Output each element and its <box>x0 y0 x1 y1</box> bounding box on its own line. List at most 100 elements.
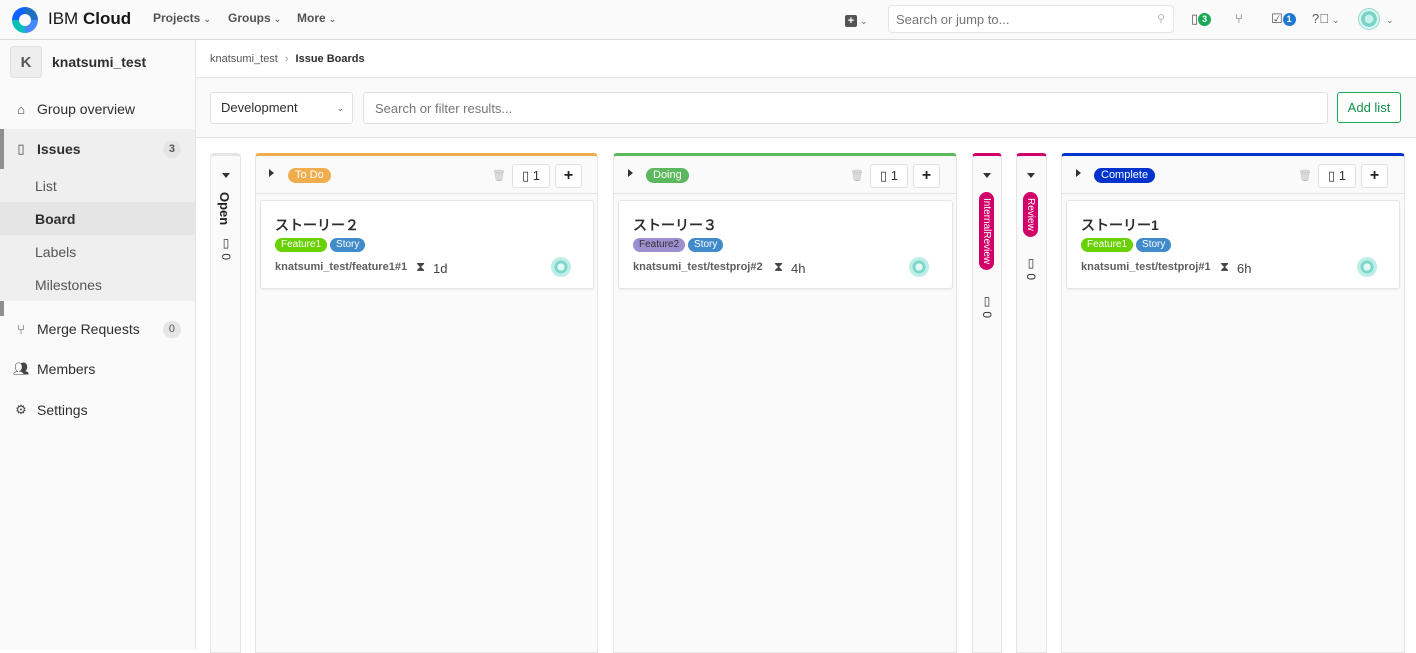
issue-title[interactable]: ストーリー３ <box>633 215 717 235</box>
board-selector-dropdown[interactable]: Development ⌄ <box>210 92 353 124</box>
issues-icon: ▯ <box>1024 256 1038 270</box>
sidebar-subitem-labels[interactable]: Labels <box>0 235 195 268</box>
sidebar-item-merge-requests[interactable]: ⑂ Merge Requests 0 <box>0 309 195 349</box>
nav-projects[interactable]: Projects ⌄ <box>153 11 211 25</box>
label-story[interactable]: Story <box>1136 238 1172 252</box>
label-feature2[interactable]: Feature2 <box>633 238 686 252</box>
list-count-review: ▯ 0 <box>1024 256 1038 281</box>
breadcrumb-group-link[interactable]: knatsumi_test <box>210 53 278 65</box>
sidebar-item-label: Members <box>37 361 96 377</box>
issue-count: ▯ 1 <box>870 164 908 188</box>
trash-icon[interactable]: 🗑︎ <box>492 169 506 182</box>
group-header[interactable]: K knatsumi_test <box>10 46 146 78</box>
board-list-review: Review ▯ 0 <box>1016 153 1047 653</box>
issue-reference: knatsumi_test/feature1#1 <box>275 261 408 273</box>
issues-nav-button[interactable]: ▯ 3 <box>1191 11 1212 27</box>
expand-caret-icon[interactable] <box>983 173 991 178</box>
plus-square-icon: + <box>845 15 857 27</box>
label-feature1[interactable]: Feature1 <box>1081 238 1134 252</box>
chevron-down-icon: ⌄ <box>203 14 211 24</box>
chevron-down-icon: ⌄ <box>1331 15 1340 25</box>
time-estimate: 4h <box>791 261 806 276</box>
sidebar-item-group-overview[interactable]: ⌂ Group overview <box>0 89 195 129</box>
sidebar-item-settings[interactable]: ⚙ Settings <box>0 390 195 430</box>
issue-card[interactable]: ストーリー３ Feature2 Story knatsumi_test/test… <box>618 200 953 289</box>
hourglass-icon: ⧗ <box>416 259 426 274</box>
members-icon: 👥︎ <box>13 361 30 376</box>
sidebar-item-label: Group overview <box>37 101 136 117</box>
issues-icon: ▯ <box>219 236 233 250</box>
issues-icon: ▯ <box>521 168 530 183</box>
global-search[interactable]: ⚲ <box>888 5 1174 33</box>
sidebar-subitem-board[interactable]: Board <box>0 202 195 235</box>
issue-title[interactable]: ストーリー1 <box>1081 215 1159 235</box>
sidebar-item-label: Merge Requests <box>37 321 140 337</box>
chevron-right-icon: › <box>284 52 289 65</box>
brand-title[interactable]: IBM Cloud <box>48 9 131 29</box>
add-issue-button[interactable]: + <box>555 164 582 188</box>
expand-caret-icon[interactable] <box>222 173 230 178</box>
merge-request-icon: ⑂ <box>17 321 25 337</box>
issue-labels: Feature1 Story <box>1081 238 1172 252</box>
trash-icon[interactable]: 🗑︎ <box>850 169 864 182</box>
issue-labels: Feature1 Story <box>275 238 366 252</box>
board-list-doing: Doing 🗑︎ ▯ 1 + ストーリー３ Feature2 Story kna… <box>613 153 957 653</box>
label-story[interactable]: Story <box>330 238 366 252</box>
add-issue-button[interactable]: + <box>1361 164 1388 188</box>
breadcrumb-current[interactable]: Issue Boards <box>296 53 365 65</box>
collapse-caret-icon[interactable] <box>1076 169 1081 177</box>
board-list-open: Open ▯ 0 <box>210 153 241 653</box>
merge-requests-nav-button[interactable]: ⑂ <box>1235 11 1243 26</box>
todos-nav-button[interactable]: ☑ 1 <box>1271 11 1296 27</box>
board-area: Open ▯ 0 To Do 🗑︎ ▯ 1 + ストーリー２ Feature1 … <box>196 138 1416 653</box>
expand-caret-icon[interactable] <box>1027 173 1035 178</box>
nav-groups[interactable]: Groups ⌄ <box>228 11 281 25</box>
list-label-doing: Doing <box>646 168 689 183</box>
chevron-down-icon: ⌄ <box>336 103 344 113</box>
add-list-button[interactable]: Add list <box>1337 92 1401 123</box>
help-dropdown-button[interactable]: ?⃝ ⌄ <box>1312 11 1340 26</box>
hourglass-icon: ⧗ <box>774 259 784 274</box>
home-icon: ⌂ <box>17 101 25 117</box>
filter-search-input[interactable] <box>364 93 1304 123</box>
ibm-cloud-logo-icon[interactable] <box>12 7 38 33</box>
issues-count-badge: 3 <box>1198 13 1212 26</box>
list-count-open: ▯ 0 <box>219 236 233 261</box>
add-issue-button[interactable]: + <box>913 164 940 188</box>
global-search-input[interactable] <box>889 6 1139 32</box>
issue-card[interactable]: ストーリー1 Feature1 Story knatsumi_test/test… <box>1066 200 1400 289</box>
help-icon: ?⃝ <box>1312 11 1329 26</box>
trash-icon[interactable]: 🗑︎ <box>1298 169 1312 182</box>
label-story[interactable]: Story <box>688 238 724 252</box>
list-title-open: Open <box>217 192 232 226</box>
user-avatar[interactable] <box>1358 8 1380 30</box>
hourglass-icon: ⧗ <box>1220 259 1230 274</box>
list-label-review: Review <box>1023 192 1038 237</box>
assignee-avatar[interactable] <box>1357 257 1377 277</box>
sidebar-item-issues[interactable]: ▯ Issues 3 <box>0 129 195 316</box>
filter-search[interactable] <box>363 92 1328 124</box>
issue-card[interactable]: ストーリー２ Feature1 Story knatsumi_test/feat… <box>260 200 594 289</box>
collapse-caret-icon[interactable] <box>628 169 633 177</box>
sidebar-item-label: Issues <box>37 141 81 157</box>
issues-icon: ▯ <box>980 294 994 308</box>
new-dropdown-button[interactable]: + ⌄ <box>845 12 868 27</box>
time-estimate: 1d <box>433 261 448 276</box>
user-menu-chevron-icon[interactable]: ⌄ <box>1383 11 1394 26</box>
collapse-caret-icon[interactable] <box>269 169 274 177</box>
issues-icon: ▯ <box>17 141 25 156</box>
list-label-internalreview: InternalReview <box>979 192 994 271</box>
sidebar-subitem-list[interactable]: List <box>0 169 195 202</box>
nav-more[interactable]: More ⌄ <box>297 11 336 25</box>
issue-title[interactable]: ストーリー２ <box>275 215 359 235</box>
assignee-avatar[interactable] <box>551 257 571 277</box>
issues-icon: ▯ <box>1191 11 1199 26</box>
mr-count-badge: 0 <box>162 320 181 338</box>
label-feature1[interactable]: Feature1 <box>275 238 328 252</box>
group-sidebar: K knatsumi_test ⌂ Group overview ▯ Issue… <box>0 40 196 649</box>
assignee-avatar[interactable] <box>909 257 929 277</box>
sidebar-item-members[interactable]: 👥︎ Members <box>0 349 195 389</box>
gear-icon: ⚙ <box>15 402 27 417</box>
sidebar-subitem-milestones[interactable]: Milestones <box>0 268 195 301</box>
todos-count-badge: 1 <box>1282 13 1296 26</box>
